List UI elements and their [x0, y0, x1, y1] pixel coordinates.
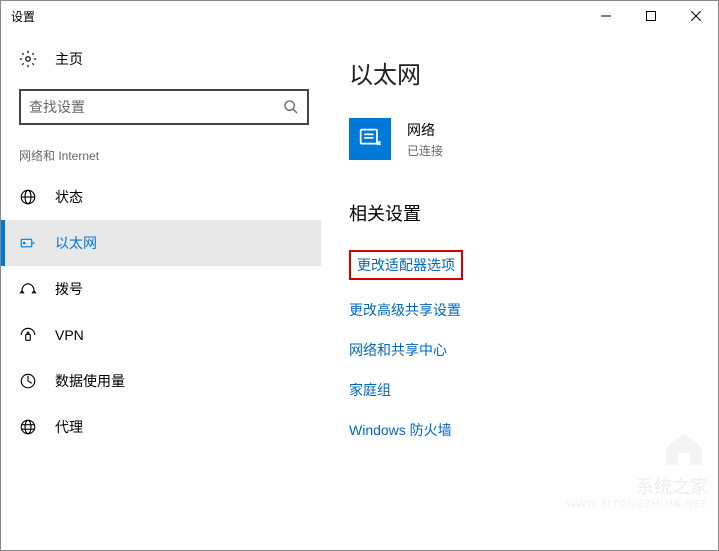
nav-label: 数据使用量: [55, 371, 125, 391]
page-title: 以太网: [349, 55, 698, 90]
nav-label: 拨号: [55, 279, 83, 299]
network-status: 已连接: [407, 142, 443, 159]
ethernet-tile-icon: [349, 118, 391, 160]
search-input[interactable]: [29, 99, 283, 115]
maximize-button[interactable]: [628, 1, 673, 31]
nav-item-ethernet[interactable]: 以太网: [1, 220, 321, 266]
minimize-button[interactable]: [583, 1, 628, 31]
search-box[interactable]: [19, 89, 309, 125]
window-title: 设置: [11, 8, 35, 25]
data-icon: [19, 372, 37, 390]
link-network-sharing-center[interactable]: 网络和共享中心: [349, 340, 447, 360]
network-card[interactable]: 网络 已连接: [349, 118, 698, 160]
nav-item-status[interactable]: 状态: [1, 174, 321, 220]
nav-label: 代理: [55, 417, 83, 437]
related-links: 更改适配器选项 更改高级共享设置 网络和共享中心 家庭组 Windows 防火墙: [349, 250, 698, 440]
nav-item-dialup[interactable]: 拨号: [1, 266, 321, 312]
search-icon: [283, 99, 299, 115]
vpn-icon: [19, 326, 37, 344]
titlebar-controls: [583, 1, 718, 31]
nav-item-vpn[interactable]: VPN: [1, 312, 321, 358]
category-label: 网络和 Internet: [19, 147, 321, 164]
nav-label: 状态: [55, 187, 83, 207]
home-button[interactable]: 主页: [19, 41, 321, 77]
gear-icon: [19, 50, 37, 68]
nav-label: VPN: [55, 327, 84, 343]
network-name: 网络: [407, 120, 443, 140]
close-button[interactable]: [673, 1, 718, 31]
link-advanced-sharing[interactable]: 更改高级共享设置: [349, 300, 461, 320]
main-content: 以太网 网络 已连接 相关设置 更改适配器选项 更改高级共享设置 网络和共享中心…: [321, 31, 718, 550]
globe-icon: [19, 188, 37, 206]
link-windows-firewall[interactable]: Windows 防火墙: [349, 420, 452, 440]
nav-item-proxy[interactable]: 代理: [1, 404, 321, 450]
sidebar: 主页 网络和 Internet 状态 以太网 拨号: [1, 31, 321, 550]
home-label: 主页: [55, 49, 83, 69]
nav-label: 以太网: [55, 233, 97, 253]
related-settings-title: 相关设置: [349, 200, 698, 226]
titlebar: 设置: [1, 1, 718, 31]
link-change-adapter[interactable]: 更改适配器选项: [349, 250, 463, 280]
dialup-icon: [19, 280, 37, 298]
nav-item-data[interactable]: 数据使用量: [1, 358, 321, 404]
proxy-icon: [19, 418, 37, 436]
ethernet-icon: [19, 234, 37, 252]
nav-list: 状态 以太网 拨号 VPN 数据使用量 代理: [1, 174, 321, 450]
link-homegroup[interactable]: 家庭组: [349, 380, 391, 400]
